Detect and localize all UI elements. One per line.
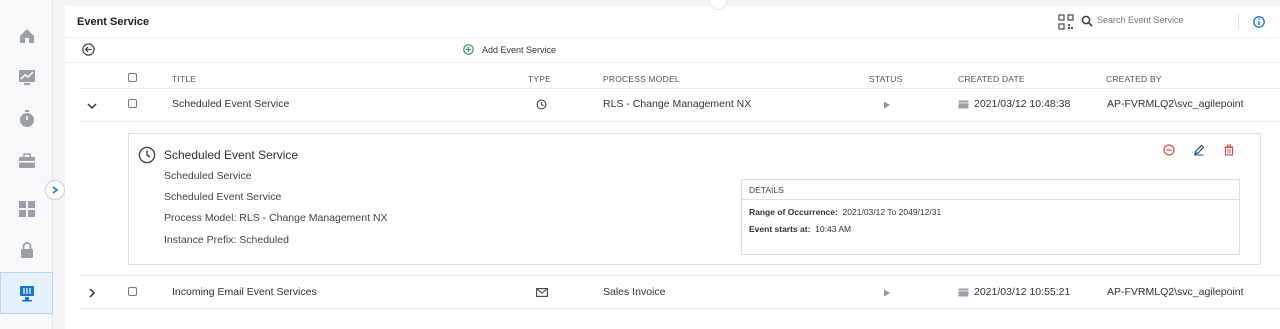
add-event-service-button[interactable]: Add Event Service [463, 44, 556, 55]
range-label: Range of Occurrence: [749, 207, 838, 217]
range-value: 2021/03/12 To 2049/12/31 [842, 207, 942, 217]
home-icon [19, 29, 34, 43]
timer-icon [19, 110, 34, 127]
starts-value: 10:43 AM [815, 224, 852, 234]
details-header: DETAILS [742, 180, 1239, 200]
clock-icon [536, 99, 547, 110]
column-header-created-by[interactable]: CREATED BY [1106, 74, 1162, 84]
sidebar-item-home[interactable] [0, 15, 53, 57]
row-process-model: Sales Invoice [603, 286, 666, 298]
row-created-date: 2021/03/12 10:55:21 [974, 286, 1071, 298]
left-sidebar [0, 0, 53, 329]
edit-icon[interactable] [1193, 144, 1205, 156]
add-circle-icon [463, 44, 474, 55]
column-header-process-model[interactable]: PROCESS MODEL [603, 74, 680, 84]
play-icon[interactable] [883, 289, 891, 297]
back-arrow-icon[interactable] [82, 43, 95, 56]
starts-label: Event starts at: [749, 224, 811, 234]
main-panel: Event Service Add Event Service TITLE TY… [65, 0, 1280, 329]
briefcase-icon [18, 153, 35, 168]
lock-icon [20, 242, 33, 258]
row-checkbox[interactable] [128, 287, 137, 296]
page-title: Event Service [77, 16, 150, 28]
header-divider [1238, 14, 1239, 30]
sidebar-item-analytics[interactable] [0, 56, 53, 98]
page-header: Event Service [65, 6, 1280, 38]
qr-code-icon[interactable] [1058, 14, 1074, 30]
chevron-down-icon[interactable] [87, 102, 97, 110]
row-created-by: AP-FVRMLQ2\svc_agilepoint [1107, 98, 1244, 110]
row-divider [80, 121, 1280, 122]
toolbar: Add Event Service [65, 39, 1280, 63]
row-title[interactable]: Scheduled Event Service [172, 98, 289, 110]
clock-icon [138, 146, 156, 164]
column-header-type[interactable]: TYPE [528, 74, 551, 84]
header-divider-line [80, 88, 1280, 89]
row-created-by: AP-FVRMLQ2\svc_agilepoint [1107, 286, 1244, 298]
details-box: DETAILS Range of Occurrence: 2021/03/12 … [741, 179, 1240, 255]
search-icon[interactable] [1081, 15, 1093, 27]
chevron-right-icon [52, 186, 59, 194]
disable-icon[interactable] [1163, 144, 1175, 156]
chevron-right-icon[interactable] [88, 288, 96, 298]
event-starts-at: Event starts at: 10:43 AM [749, 224, 851, 234]
detail-line: Instance Prefix: Scheduled [164, 234, 289, 246]
delete-icon[interactable] [1223, 144, 1235, 156]
sidebar-item-security[interactable] [0, 229, 53, 271]
column-header-status[interactable]: STATUS [869, 74, 902, 84]
sidebar-expand-toggle[interactable] [45, 180, 65, 200]
calendar-icon [958, 100, 969, 109]
row-created-date: 2021/03/12 10:48:38 [974, 98, 1071, 110]
sidebar-item-timer[interactable] [0, 98, 53, 140]
play-icon[interactable] [883, 101, 891, 109]
detail-line: Process Model: RLS - Change Management N… [164, 212, 388, 224]
row-process-model: RLS - Change Management NX [603, 98, 752, 110]
row-divider [80, 308, 1280, 309]
add-event-service-label: Add Event Service [482, 44, 557, 55]
sidebar-item-briefcase[interactable] [0, 140, 53, 182]
row-title[interactable]: Incoming Email Event Services [172, 286, 317, 298]
calendar-icon [958, 288, 969, 297]
detail-line: Scheduled Event Service [164, 191, 282, 203]
detail-title: Scheduled Event Service [164, 148, 299, 162]
event-service-icon [19, 286, 34, 302]
column-header-title[interactable]: TITLE [172, 74, 196, 84]
event-detail-card: Scheduled Event Service Scheduled Servic… [128, 133, 1261, 265]
sidebar-item-event-service[interactable] [0, 272, 53, 314]
range-of-occurrence: Range of Occurrence: 2021/03/12 To 2049/… [749, 207, 941, 217]
mail-icon [536, 288, 548, 297]
select-all-checkbox[interactable] [128, 73, 137, 82]
column-header-created-date[interactable]: CREATED DATE [958, 74, 1025, 84]
search-input[interactable] [1097, 15, 1217, 25]
analytics-icon [18, 70, 35, 85]
row-checkbox[interactable] [128, 99, 137, 108]
info-icon[interactable] [1253, 16, 1265, 28]
row-divider [80, 275, 1280, 276]
dashboard-icon [18, 201, 35, 217]
detail-line: Scheduled Service [164, 170, 252, 182]
